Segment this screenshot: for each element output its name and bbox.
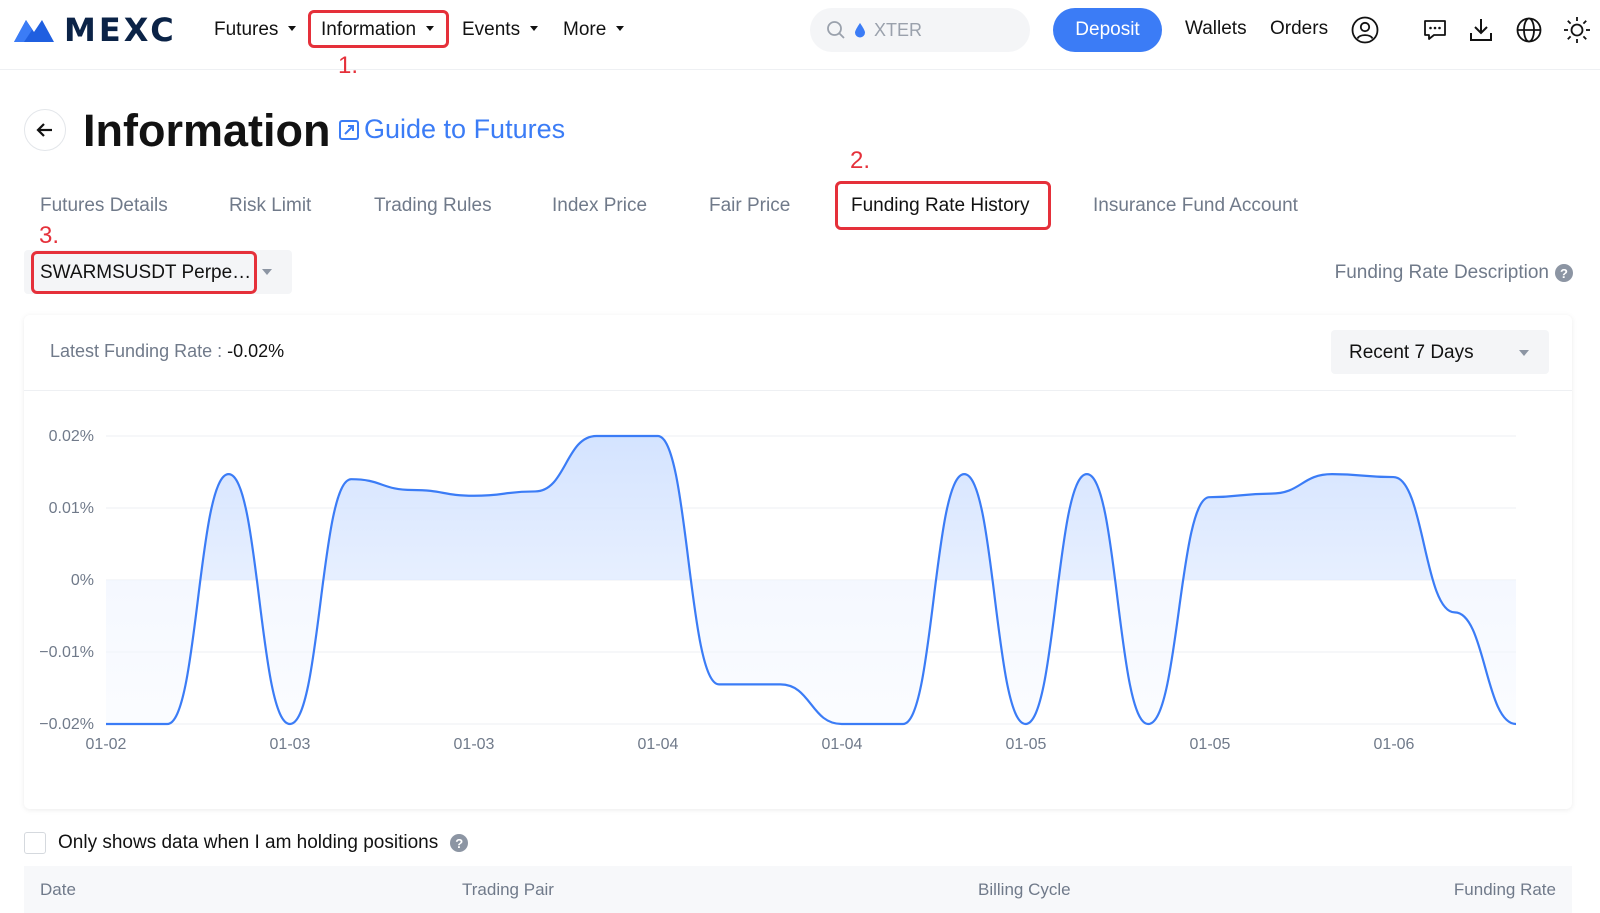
annotation-box-funding-tab — [835, 181, 1051, 230]
guide-to-futures-link[interactable]: Guide to Futures — [338, 114, 565, 145]
column-header-trading-pair: Trading Pair — [462, 880, 554, 899]
nav-futures-label: Futures — [214, 19, 279, 40]
tab-insurance-fund-account[interactable]: Insurance Fund Account — [1093, 195, 1298, 217]
arrow-left-icon — [36, 123, 52, 137]
nav-more[interactable]: More — [563, 10, 625, 50]
mexc-logo-icon — [14, 20, 54, 42]
chat-icon[interactable] — [1420, 15, 1450, 45]
tab-trading-rules[interactable]: Trading Rules — [374, 195, 492, 217]
search-placeholder: XTER — [874, 19, 923, 40]
y-tick-label: −0.01% — [39, 644, 94, 661]
drop-icon — [855, 23, 865, 38]
chevron-down-icon — [262, 269, 272, 275]
column-header-date: Date — [40, 880, 76, 899]
tab-index-price[interactable]: Index Price — [552, 195, 647, 217]
column-header-funding-rate: Funding Rate — [1453, 880, 1556, 899]
search-icon — [827, 21, 845, 39]
chevron-down-icon — [288, 25, 297, 31]
tab-fair-price[interactable]: Fair Price — [709, 195, 790, 217]
annotation-step-1: 1. — [338, 52, 359, 79]
wallets-link[interactable]: Wallets — [1185, 18, 1247, 40]
user-icon[interactable] — [1350, 15, 1380, 45]
y-tick-label: 0% — [71, 572, 94, 589]
nav-futures[interactable]: Futures — [214, 10, 297, 50]
help-icon[interactable]: ? — [450, 834, 469, 852]
area-fill-negative — [106, 580, 1516, 724]
back-button[interactable] — [24, 109, 66, 151]
orders-link[interactable]: Orders — [1270, 18, 1328, 40]
y-tick-label: 0.01% — [49, 500, 94, 517]
guide-icon — [339, 119, 359, 140]
holding-positions-label: Only shows data when I am holding positi… — [58, 832, 439, 853]
y-tick-label: 0.02% — [49, 428, 94, 445]
annotation-box-symbol-select — [31, 251, 257, 294]
y-tick-label: −0.02% — [39, 716, 94, 733]
x-tick-label: 01-06 — [1374, 736, 1415, 753]
deposit-button[interactable]: Deposit — [1053, 8, 1162, 52]
guide-link-label: Guide to Futures — [364, 114, 566, 144]
logo-text: MEXC — [64, 11, 177, 49]
holding-positions-filter[interactable]: Only shows data when I am holding positi… — [24, 832, 469, 854]
annotation-step-2: 2. — [850, 147, 871, 174]
funding-rate-description-label: Funding Rate Description — [1334, 262, 1549, 283]
x-tick-label: 01-02 — [86, 736, 127, 753]
x-tick-label: 01-05 — [1190, 736, 1231, 753]
x-tick-label: 01-03 — [270, 736, 311, 753]
download-icon[interactable] — [1466, 15, 1496, 45]
funding-rate-description-link[interactable]: Funding Rate Description ? — [1335, 262, 1573, 284]
column-header-billing-cycle: Billing Cycle — [978, 880, 1071, 899]
x-tick-label: 01-03 — [454, 736, 495, 753]
holding-positions-checkbox[interactable] — [24, 832, 46, 854]
page-title: Information — [83, 105, 331, 156]
x-tick-label: 01-05 — [1006, 736, 1047, 753]
mexc-logo[interactable]: MEXC — [12, 11, 177, 49]
annotation-step-3: 3. — [39, 222, 60, 249]
funding-table-header: Date Trading Pair Billing Cycle Funding … — [24, 866, 1572, 913]
search-input[interactable]: XTER — [810, 8, 1030, 52]
globe-icon[interactable] — [1514, 15, 1544, 45]
funding-rate-chart-card: Latest Funding Rate : -0.02% Recent 7 Da… — [24, 315, 1572, 809]
nav-more-label: More — [563, 19, 607, 40]
funding-rate-chart: 0.02% 0.01% 0% −0.01% −0.02% 01-02 01-03 01-03 0… — [39, 428, 1517, 753]
sun-icon[interactable] — [1562, 15, 1592, 45]
x-tick-label: 01-04 — [822, 736, 863, 753]
top-navigation-bar: MEXC Futures Information Events More XTE… — [0, 0, 1600, 70]
tab-risk-limit[interactable]: Risk Limit — [229, 195, 311, 217]
help-icon: ? — [1555, 264, 1573, 282]
annotation-box-information-nav — [308, 10, 449, 48]
nav-events-label: Events — [462, 19, 521, 40]
x-tick-label: 01-04 — [638, 736, 679, 753]
chevron-down-icon — [530, 25, 539, 31]
tab-futures-details[interactable]: Futures Details — [40, 195, 168, 217]
chevron-down-icon — [616, 25, 625, 31]
nav-events[interactable]: Events — [462, 10, 539, 50]
